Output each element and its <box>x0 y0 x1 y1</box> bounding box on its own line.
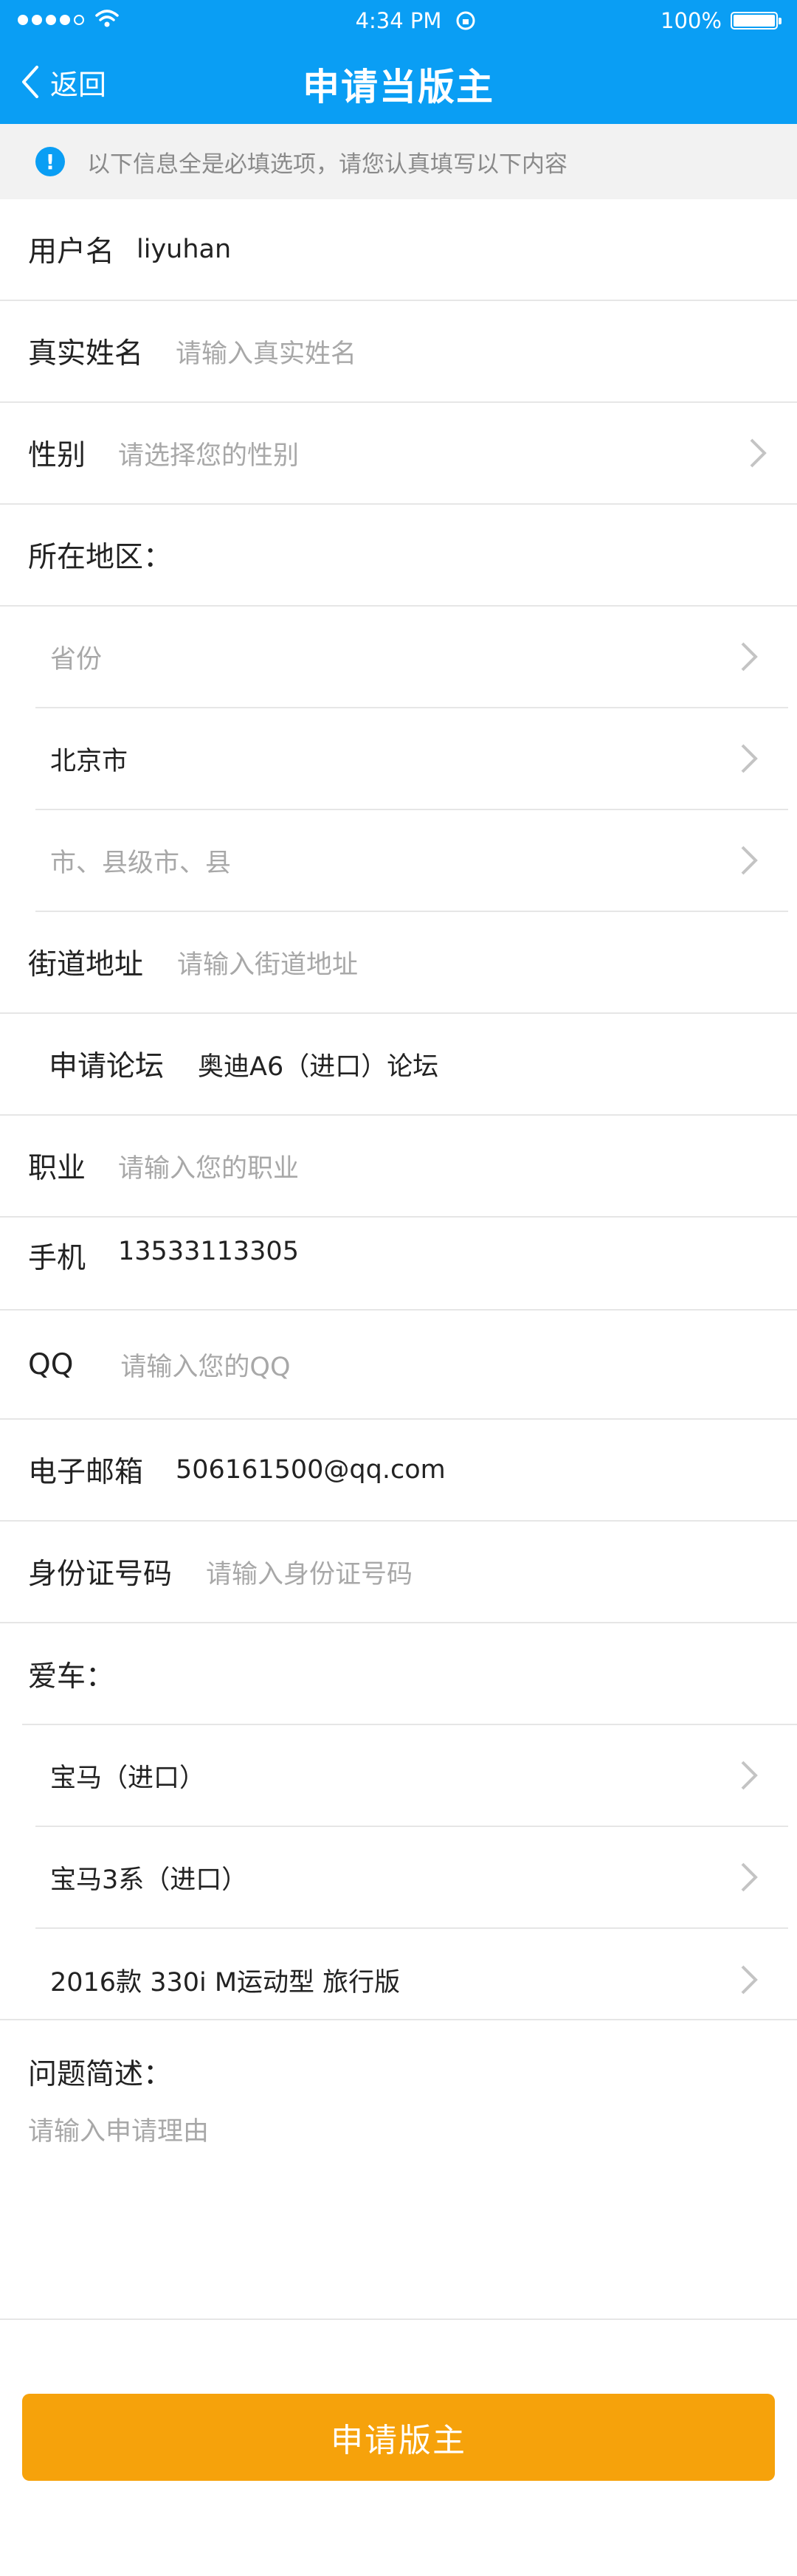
divider <box>0 2019 797 2020</box>
province-value: 省份 <box>50 644 103 674</box>
car-brand-value: 宝马（进口） <box>50 1763 206 1793</box>
phone-row: 手机 13533113305 <box>0 1218 797 1311</box>
notice-text: 以下信息全是必填选项，请您认真填写以下内容 <box>87 151 567 178</box>
county-value: 市、县级市、县 <box>50 848 232 878</box>
car-label: 爱车： <box>28 1660 115 1693</box>
real-name-row: 真实姓名 请输入真实姓名 <box>0 301 797 403</box>
header: 4:34 PM 100% 返回 申请当版主 <box>0 0 797 124</box>
email-input[interactable]: 506161500@qq.com <box>176 1455 446 1485</box>
submit-button[interactable]: 申请版主 <box>22 2394 775 2481</box>
id-number-input[interactable]: 请输入身份证号码 <box>206 1553 413 1591</box>
chevron-right-icon <box>741 846 758 875</box>
page-title: 申请当版主 <box>303 66 494 108</box>
info-icon: ! <box>35 147 65 176</box>
chevron-right-icon <box>741 1862 758 1892</box>
description-textarea[interactable]: 请输入申请理由 <box>28 2110 766 2302</box>
chevron-right-icon <box>741 1761 758 1790</box>
gender-row[interactable]: 性别 请选择您的性别 <box>0 403 797 505</box>
chevron-right-icon <box>741 642 758 671</box>
phone-label: 手机 <box>28 1242 86 1275</box>
divider <box>0 2318 797 2320</box>
email-label: 电子邮箱 <box>28 1456 144 1489</box>
chevron-right-icon <box>750 438 767 468</box>
job-row: 职业 请输入您的职业 <box>0 1116 797 1218</box>
qq-row: QQ 请输入您的QQ <box>0 1311 797 1420</box>
car-series-select[interactable]: 宝马3系（进口） <box>35 1827 788 1929</box>
forum-row: 申请论坛 奥迪A6（进口）论坛 <box>0 1014 797 1116</box>
id-number-label: 身份证号码 <box>28 1558 173 1591</box>
car-row: 爱车： <box>0 1623 797 1725</box>
username-row: 用户名 liyuhan <box>0 199 797 301</box>
gender-label: 性别 <box>28 439 86 472</box>
gender-select[interactable]: 请选择您的性别 <box>118 435 299 472</box>
email-row: 电子邮箱 506161500@qq.com <box>0 1420 797 1522</box>
car-model-value: 2016款 330i M运动型 旅行版 <box>50 1967 401 1997</box>
real-name-label: 真实姓名 <box>28 337 144 370</box>
notice-bar: ! 以下信息全是必填选项，请您认真填写以下内容 <box>0 124 797 199</box>
region-row: 所在地区： <box>0 505 797 607</box>
street-row: 街道地址 请输入街道地址 <box>0 912 797 1014</box>
qq-input[interactable]: 请输入您的QQ <box>120 1346 290 1384</box>
battery-icon <box>731 12 782 30</box>
street-label: 街道地址 <box>28 948 144 981</box>
description-label: 问题简述： <box>28 2058 173 2091</box>
county-select[interactable]: 市、县级市、县 <box>35 810 788 912</box>
street-input[interactable]: 请输入街道地址 <box>177 944 358 981</box>
real-name-input[interactable]: 请输入真实姓名 <box>176 333 356 370</box>
city-value: 北京市 <box>50 746 128 776</box>
page: 4:34 PM 100% 返回 申请当版主 ! 以下信息全是必填选项，请您认真填… <box>0 0 797 2576</box>
forum-label: 申请论坛 <box>49 1050 165 1083</box>
job-label: 职业 <box>28 1152 86 1185</box>
region-label: 所在地区： <box>28 541 173 574</box>
chevron-right-icon <box>741 744 758 773</box>
qq-label: QQ <box>28 1347 74 1381</box>
job-input[interactable]: 请输入您的职业 <box>118 1147 299 1185</box>
province-select[interactable]: 省份 <box>35 607 788 708</box>
username-label: 用户名 <box>28 235 115 269</box>
battery-percent: 100% <box>660 8 722 33</box>
car-brand-select[interactable]: 宝马（进口） <box>35 1725 788 1827</box>
car-series-value: 宝马3系（进口） <box>50 1865 248 1895</box>
rotation-lock-icon <box>456 11 475 30</box>
username-input[interactable]: liyuhan <box>137 235 231 264</box>
phone-input[interactable]: 13533113305 <box>118 1237 299 1266</box>
status-bar: 4:34 PM 100% <box>0 0 797 41</box>
chevron-right-icon <box>741 1965 758 1995</box>
id-number-row: 身份证号码 请输入身份证号码 <box>0 1522 797 1623</box>
city-select[interactable]: 北京市 <box>35 708 788 810</box>
car-model-select[interactable]: 2016款 330i M运动型 旅行版 <box>35 1929 788 2031</box>
forum-value: 奥迪A6（进口）论坛 <box>198 1052 439 1082</box>
